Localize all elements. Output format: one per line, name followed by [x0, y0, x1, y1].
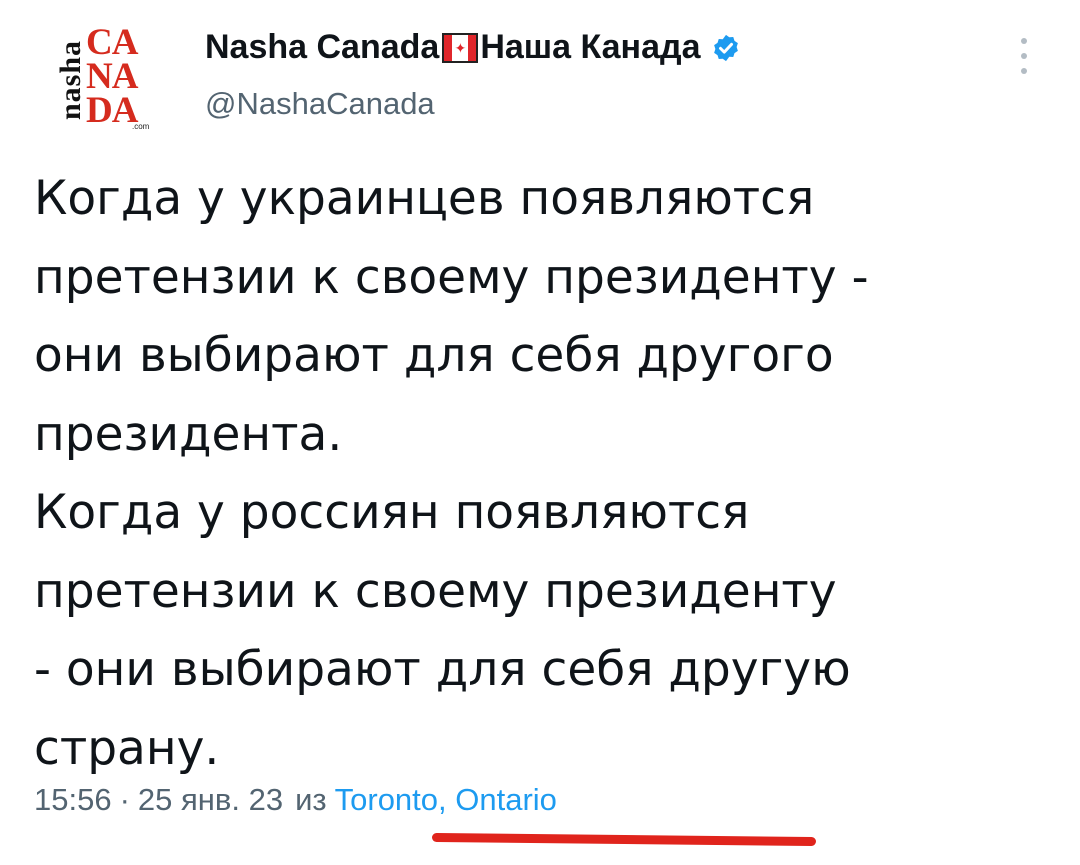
location-link[interactable]: Toronto, Ontario: [335, 782, 557, 818]
display-name-cyrillic: Наша Канада: [480, 28, 701, 66]
avatar-letters-row: NA: [86, 56, 138, 97]
tweet-text-line: Когда у россиян появляются: [34, 485, 750, 540]
tweet-card: nasha CA NA DA .com Nasha Canada ✦ Наша …: [0, 0, 1080, 865]
tweet-text-line: претензии к своему президенту: [34, 563, 837, 619]
tweet-time[interactable]: 15:56: [34, 782, 112, 818]
avatar[interactable]: nasha CA NA DA .com: [54, 22, 158, 134]
canada-flag-icon: ✦: [442, 32, 479, 63]
tweet-text: Когда у украинцев появляются претензии к…: [34, 160, 1054, 788]
tweet-text-line: - они выбирают для себя другую: [34, 642, 851, 697]
avatar-vertical-text-wrap: nasha: [54, 28, 87, 132]
tweet-text-line: президента.: [34, 406, 343, 462]
avatar-letters-row: CA: [86, 22, 138, 63]
meta-separator: ·: [119, 782, 130, 817]
from-label: из: [295, 782, 327, 817]
more-options-icon[interactable]: [1014, 36, 1034, 76]
avatar-vertical-text: nasha: [54, 39, 88, 121]
user-handle[interactable]: @NashaCanada: [205, 86, 435, 122]
display-name[interactable]: Nasha Canada ✦ Наша Канада: [205, 28, 741, 67]
avatar-letters-row: DA: [86, 90, 138, 131]
avatar-letters: CA NA DA: [86, 22, 138, 131]
verified-badge-icon: [713, 34, 738, 61]
red-underline-annotation: [431, 832, 817, 847]
tweet-text-line: претензии к своему президенту -: [34, 249, 869, 305]
tweet-text-line: они выбирают для себя другого: [34, 328, 834, 383]
tweet-text-line: Когда у украинцев появляются: [34, 171, 815, 226]
tweet-meta: 15:56 · 25 янв. 23 из Toronto, Ontario: [34, 782, 557, 818]
display-name-latin: Nasha Canada: [205, 28, 440, 66]
avatar-small-text: .com: [132, 122, 150, 131]
tweet-date[interactable]: 25 янв. 23: [138, 782, 283, 818]
tweet-text-line: страну.: [34, 720, 220, 776]
